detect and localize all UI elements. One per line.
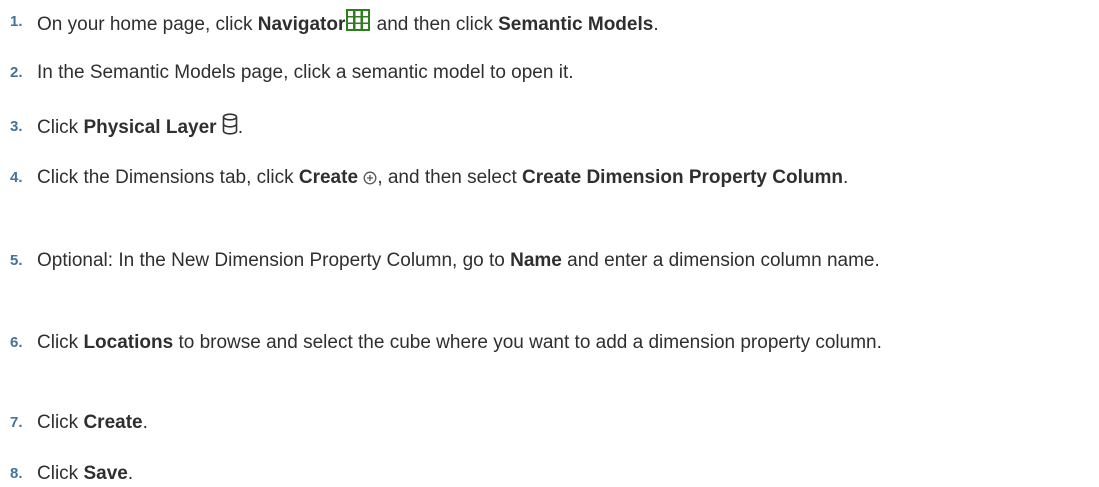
ui-term-create: Create — [83, 412, 143, 433]
step-text: Click Create. — [37, 409, 1037, 436]
ui-term-navigator: Navigator — [257, 14, 346, 35]
step-number: 1. — [10, 13, 23, 30]
ui-term-create-dimension-property-column: Create Dimension Property Column — [522, 167, 843, 188]
step-number: 6. — [10, 334, 23, 351]
step-text-part: Click — [37, 412, 84, 433]
step-text-part: . — [842, 167, 849, 188]
step-text: Click Save. — [37, 460, 1037, 487]
step-text-part: Click — [37, 463, 84, 484]
ui-term-semantic-models: Semantic Models — [498, 14, 654, 35]
step-text-part: Optional: In the New Dimension Property … — [37, 250, 511, 271]
step-text-part: Click — [37, 117, 84, 138]
step-text: Click Locations to browse and select the… — [37, 329, 1037, 356]
step-text-part: . — [237, 117, 244, 138]
step-number: 5. — [10, 252, 23, 269]
step-text-part: . — [142, 412, 148, 433]
step-text-part: . — [653, 14, 659, 35]
step-number: 3. — [10, 118, 23, 135]
step-text: Click the Dimensions tab, click Create ,… — [37, 164, 1037, 191]
document-page: 1. On your home page, click Navigator an… — [0, 0, 1099, 484]
ui-term-physical-layer: Physical Layer — [83, 117, 217, 138]
navigator-grid-icon — [345, 8, 371, 32]
step-text-part: Click the Dimensions tab, click — [37, 167, 299, 188]
step-number: 2. — [10, 64, 23, 81]
step-text: In the Semantic Models page, click a sem… — [37, 59, 1037, 86]
step-text: Click Physical Layer . — [37, 113, 1037, 141]
step-text: On your home page, click Navigator and t… — [37, 8, 1037, 38]
step-text: Optional: In the New Dimension Property … — [37, 247, 1037, 274]
step-text-part: In the Semantic Models page, click a sem… — [37, 62, 574, 83]
step-text-part: . — [127, 463, 134, 484]
ui-term-locations: Locations — [83, 332, 174, 353]
ui-term-save: Save — [83, 463, 128, 484]
step-number: 8. — [10, 465, 23, 482]
step-number: 7. — [10, 414, 23, 431]
ui-term-name: Name — [510, 250, 562, 271]
step-text-part: , and then select — [377, 167, 523, 188]
step-number: 4. — [10, 169, 23, 186]
step-text-part: On your home page, click — [37, 14, 258, 35]
ui-term-create: Create — [298, 167, 359, 188]
step-text-part: Click — [37, 332, 84, 353]
add-circle-icon — [363, 171, 377, 185]
database-icon — [222, 113, 238, 135]
step-text-part: to browse and select the cube where you … — [173, 332, 882, 353]
step-text-part: and enter a dimension column name. — [561, 250, 880, 271]
step-text-part: and then click — [371, 14, 499, 35]
